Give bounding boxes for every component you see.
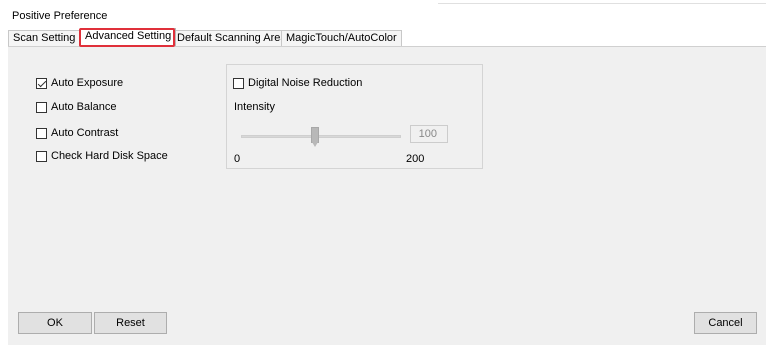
auto-exposure-checkbox[interactable] [36,77,47,89]
auto-exposure-label: Auto Exposure [51,77,124,89]
slider-max-label: 200 [406,153,425,165]
slider-min-label: 0 [234,153,241,165]
ok-button[interactable]: OK [18,312,92,334]
auto-balance-checkbox[interactable] [36,101,47,113]
check-hard-disk-space-checkbox[interactable] [36,150,47,162]
reset-button[interactable]: Reset [94,312,167,334]
tab-scan-setting[interactable]: Scan Setting [8,30,81,46]
check-hard-disk-space-option[interactable]: Check Hard Disk Space [36,149,168,163]
auto-balance-label: Auto Balance [51,101,117,113]
window-title: Positive Preference [12,10,108,22]
tab-magictouch-autocolor[interactable]: MagicTouch/AutoColor [281,30,402,46]
intensity-label: Intensity [234,101,275,113]
tab-advanced-setting[interactable]: Advanced Setting [80,28,177,46]
tab-strip: Scan Setting Advanced Setting Default Sc… [8,28,766,47]
auto-balance-option[interactable]: Auto Balance [36,100,116,114]
tab-default-scanning-area[interactable]: Default Scanning Area [172,30,292,46]
digital-noise-reduction-checkbox[interactable] [233,77,244,89]
digital-noise-reduction-option[interactable]: Digital Noise Reduction [233,76,362,90]
auto-contrast-checkbox[interactable] [36,127,47,139]
noise-reduction-group: Digital Noise Reduction Intensity 100 0 … [226,64,483,169]
auto-contrast-label: Auto Contrast [51,127,119,139]
auto-contrast-option[interactable]: Auto Contrast [36,126,118,140]
cancel-button[interactable]: Cancel [694,312,757,334]
advanced-setting-panel: Auto Exposure Auto Balance Auto Contrast… [8,46,766,345]
intensity-value-field[interactable]: 100 [410,125,448,143]
check-hard-disk-space-label: Check Hard Disk Space [51,150,168,162]
title-divider [438,3,766,4]
title-bar: Positive Preference [8,0,766,28]
digital-noise-reduction-label: Digital Noise Reduction [248,77,363,89]
intensity-slider-thumb[interactable] [311,127,319,147]
auto-exposure-option[interactable]: Auto Exposure [36,76,123,90]
intensity-slider-track[interactable] [241,135,401,138]
